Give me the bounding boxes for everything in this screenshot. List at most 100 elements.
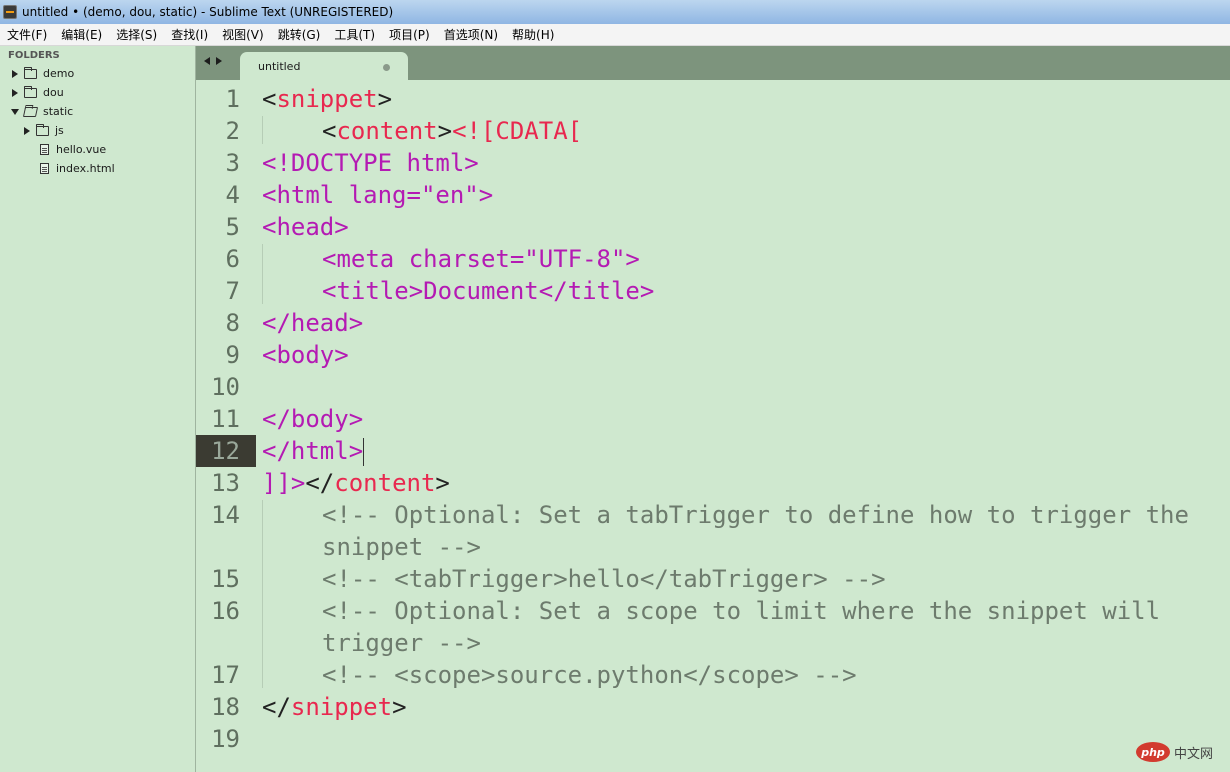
- code-text: </snippet>: [262, 693, 407, 721]
- file-icon: [40, 144, 49, 155]
- code-line: 7 <title>Document</title>: [196, 275, 1230, 307]
- code-text: trigger -->: [322, 629, 481, 657]
- code-line: 4 <html lang="en">: [196, 179, 1230, 211]
- code-line: 14 <!-- Optional: Set a tabTrigger to de…: [196, 499, 1230, 531]
- tree-label: demo: [43, 67, 75, 80]
- php-cn-watermark: php 中文网: [1136, 740, 1226, 764]
- tree-folder-demo[interactable]: demo: [0, 64, 195, 83]
- tree-folder-js[interactable]: js: [0, 121, 195, 140]
- menu-bar: 文件(F) 编辑(E) 选择(S) 查找(I) 视图(V) 跳转(G) 工具(T…: [0, 24, 1230, 46]
- line-number: 18: [211, 693, 240, 721]
- tree-label: dou: [43, 86, 64, 99]
- tab-prev-icon[interactable]: [204, 57, 210, 65]
- tree-label: js: [55, 124, 64, 137]
- code-line: 16 <!-- Optional: Set a scope to limit w…: [196, 595, 1230, 627]
- code-line: 1 <snippet>: [196, 83, 1230, 115]
- expand-arrow-icon[interactable]: [10, 88, 20, 98]
- sublime-app-icon: [3, 5, 17, 19]
- collapse-arrow-icon[interactable]: [10, 107, 20, 117]
- code-line: 2 <content><![CDATA[: [196, 115, 1230, 147]
- code-text: <head>: [262, 213, 349, 241]
- line-number: 10: [211, 373, 240, 401]
- code-text: ]]></content>: [262, 469, 450, 497]
- code-line: 13 ]]></content>: [196, 467, 1230, 499]
- code-text: <!-- Optional: Set a scope to limit wher…: [322, 597, 1161, 625]
- text-caret: [363, 438, 365, 466]
- code-text: <html lang="en">: [262, 181, 494, 209]
- folder-open-icon: [22, 106, 39, 117]
- code-text: <!-- Optional: Set a tabTrigger to defin…: [322, 501, 1189, 529]
- menu-preferences[interactable]: 首选项(N): [437, 26, 505, 43]
- menu-file[interactable]: 文件(F): [0, 26, 54, 43]
- line-number: 17: [211, 661, 240, 689]
- tree-file-index-html[interactable]: index.html: [0, 159, 195, 178]
- code-text: <snippet>: [262, 85, 393, 113]
- window-titlebar: untitled • (demo, dou, static) - Sublime…: [0, 0, 1230, 24]
- menu-view[interactable]: 视图(V): [215, 26, 271, 43]
- code-line: 15 <!-- <tabTrigger>hello</tabTrigger> -…: [196, 563, 1230, 595]
- code-line: 5 <head>: [196, 211, 1230, 243]
- watermark-text: 中文网: [1174, 746, 1214, 762]
- php-logo: php: [1136, 742, 1170, 762]
- folder-icon: [24, 66, 37, 79]
- menu-project[interactable]: 项目(P): [382, 26, 437, 43]
- code-text: </head>: [262, 309, 364, 337]
- code-line: 19: [196, 723, 1230, 755]
- tab-label: untitled: [258, 60, 301, 73]
- file-icon: [40, 163, 49, 174]
- sidebar: FOLDERS demo dou static js hello.vue ind…: [0, 46, 196, 772]
- line-number: 1: [225, 85, 240, 113]
- tree-file-hello-vue[interactable]: hello.vue: [0, 140, 195, 159]
- line-number: 13: [211, 469, 240, 497]
- tree-folder-dou[interactable]: dou: [0, 83, 195, 102]
- tab-next-icon[interactable]: [216, 57, 222, 65]
- code-line: 18 </snippet>: [196, 691, 1230, 723]
- tab-bar: untitled: [196, 46, 1230, 80]
- code-text: <!-- <tabTrigger>hello</tabTrigger> -->: [322, 565, 886, 593]
- menu-edit[interactable]: 编辑(E): [54, 26, 109, 43]
- menu-tools[interactable]: 工具(T): [327, 26, 382, 43]
- line-number: 11: [211, 405, 240, 433]
- line-number: 19: [211, 725, 240, 753]
- code-line: 10: [196, 371, 1230, 403]
- menu-find[interactable]: 查找(I): [164, 26, 215, 43]
- tab-untitled[interactable]: untitled: [240, 52, 408, 80]
- code-line-wrapped: snippet -->: [196, 531, 1230, 563]
- code-text: <title>Document</title>: [322, 277, 655, 305]
- code-line-wrapped: trigger -->: [196, 627, 1230, 659]
- tab-nav-arrows: [204, 57, 222, 65]
- tree-folder-static[interactable]: static: [0, 102, 195, 121]
- code-text: snippet -->: [322, 533, 481, 561]
- line-number: 14: [211, 501, 240, 529]
- window-title: untitled • (demo, dou, static) - Sublime…: [22, 5, 394, 19]
- line-number: 15: [211, 565, 240, 593]
- line-number: 3: [225, 149, 240, 177]
- unsaved-dot-icon[interactable]: [383, 64, 390, 71]
- code-text: <!DOCTYPE html>: [262, 149, 479, 177]
- menu-help[interactable]: 帮助(H): [505, 26, 561, 43]
- code-text: <content><![CDATA[: [322, 117, 583, 145]
- code-line: 17 <!-- <scope>source.python</scope> -->: [196, 659, 1230, 691]
- code-line: 8 </head>: [196, 307, 1230, 339]
- code-text: <body>: [262, 341, 349, 369]
- code-line: 3 <!DOCTYPE html>: [196, 147, 1230, 179]
- code-text: </html>: [262, 437, 365, 466]
- expand-arrow-icon[interactable]: [10, 69, 20, 79]
- line-number: 6: [225, 245, 240, 273]
- code-text: <meta charset="UTF-8">: [322, 245, 640, 273]
- code-line: 9 <body>: [196, 339, 1230, 371]
- code-editor[interactable]: 1 <snippet> 2 <content><![CDATA[ 3 <!DOC…: [196, 80, 1230, 772]
- code-line-active: 12 </html>: [196, 435, 1230, 467]
- line-number: 7: [225, 277, 240, 305]
- code-text: </body>: [262, 405, 364, 433]
- code-text: <!-- <scope>source.python</scope> -->: [322, 661, 857, 689]
- folders-header: FOLDERS: [8, 50, 60, 61]
- line-number: 16: [211, 597, 240, 625]
- line-number: 5: [225, 213, 240, 241]
- expand-arrow-icon[interactable]: [22, 126, 32, 136]
- line-number: 9: [225, 341, 240, 369]
- menu-selection[interactable]: 选择(S): [109, 26, 164, 43]
- line-number: 2: [225, 117, 240, 145]
- folder-icon: [36, 123, 49, 136]
- menu-goto[interactable]: 跳转(G): [271, 26, 328, 43]
